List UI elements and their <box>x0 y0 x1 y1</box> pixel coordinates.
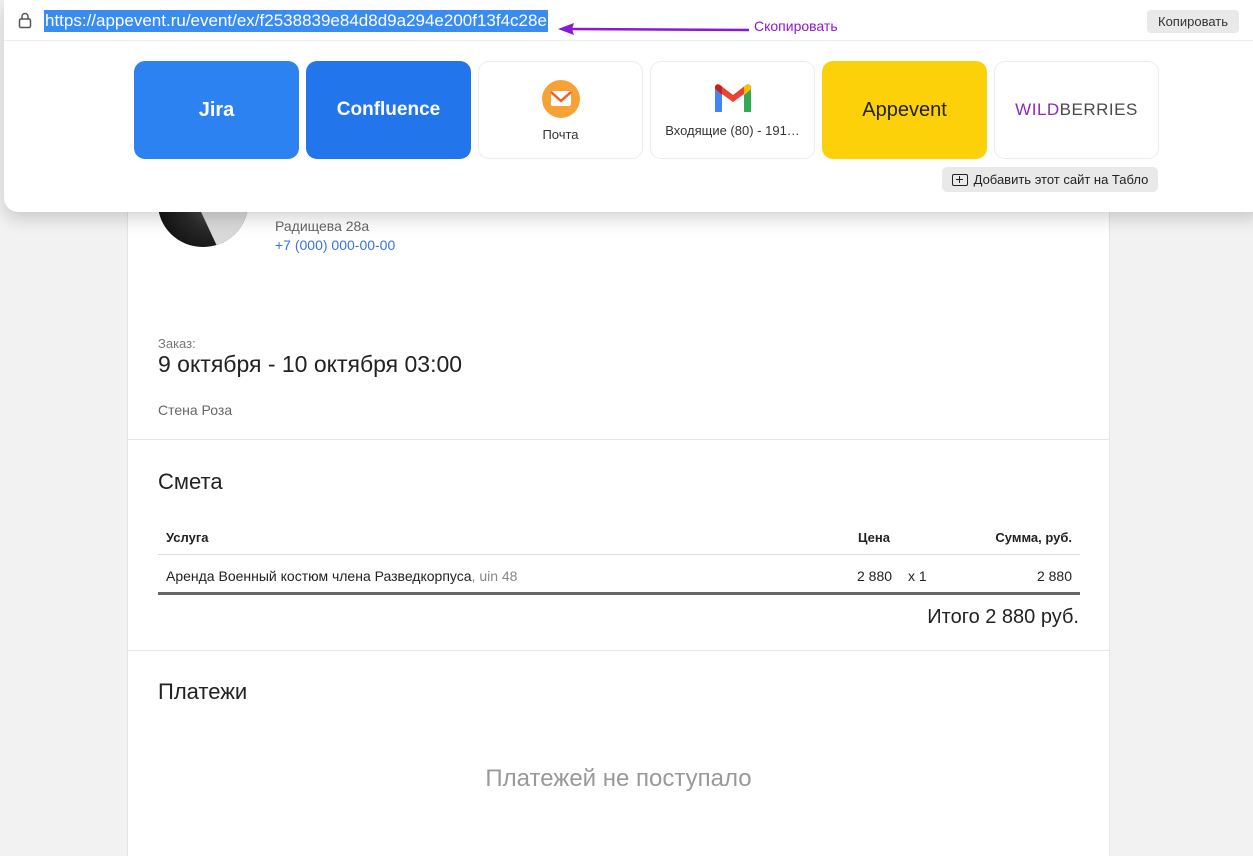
tile-label: Jira <box>198 98 235 121</box>
payments-title: Платежи <box>158 679 248 704</box>
column-sum: Сумма, руб. <box>995 530 1072 545</box>
phone-link[interactable]: +7 (000) 000-00-00 <box>275 237 395 253</box>
column-service: Услуга <box>166 530 209 545</box>
estimate-total: Итого 2 880 руб. <box>927 606 1079 628</box>
row-sum: 2 880 <box>1036 568 1072 584</box>
lock-icon <box>18 12 32 29</box>
wildberries-logo-part2: BERRIES <box>1059 100 1138 119</box>
payments-empty-text: Платежей не поступало <box>485 765 752 792</box>
row-price: 2 880 <box>857 568 893 584</box>
estimate-table-header: Услуга Цена Сумма, руб. <box>158 520 1080 555</box>
address-text: Радищева 28а <box>275 218 370 234</box>
tile-confluence[interactable]: Confluence <box>306 61 471 159</box>
service-uin: , uin 48 <box>471 568 518 584</box>
copy-annotation: Скопировать <box>754 18 838 34</box>
tile-appevent[interactable]: Appevent <box>822 61 987 159</box>
order-label: Заказ: <box>158 336 196 351</box>
mail-icon <box>541 79 580 118</box>
section-divider <box>128 439 1109 440</box>
add-site-button[interactable]: Добавить этот сайт на Табло <box>942 167 1158 192</box>
table-row: Аренда Военный костюм члена Разведкорпус… <box>158 555 1080 595</box>
tile-gmail[interactable]: Входящие (80) - 191… <box>650 61 815 159</box>
url-popup: https://appevent.ru/event/ex/f2538839e84… <box>4 0 1253 212</box>
tile-label: Appevent <box>862 98 947 121</box>
tile-jira[interactable]: Jira <box>134 61 299 159</box>
row-service: Аренда Военный костюм члена Разведкорпус… <box>166 568 517 584</box>
row-qty: x 1 <box>908 568 927 584</box>
order-date: 9 октября - 10 октября 03:00 <box>158 351 463 377</box>
url-text[interactable]: https://appevent.ru/event/ex/f2538839e84… <box>44 10 548 32</box>
section-divider <box>128 650 1109 651</box>
order-place: Стена Роза <box>158 402 233 418</box>
column-price: Цена <box>858 530 890 545</box>
service-name: Аренда Военный костюм члена Разведкорпус… <box>166 568 472 584</box>
url-bar: https://appevent.ru/event/ex/f2538839e84… <box>4 0 1253 41</box>
tile-label: Почта <box>542 126 579 142</box>
tile-label: Входящие (80) - 191… <box>665 122 800 138</box>
tile-wildberries[interactable]: WILD BERRIES <box>994 61 1159 159</box>
add-site-label: Добавить этот сайт на Табло <box>973 172 1149 187</box>
estimate-table: Услуга Цена Сумма, руб. Аренда Военный к… <box>158 520 1080 595</box>
gmail-icon <box>714 83 751 112</box>
copy-button[interactable]: Копировать <box>1147 10 1239 33</box>
add-icon <box>951 173 968 186</box>
wildberries-logo-part1: WILD <box>1015 100 1060 119</box>
estimate-title: Смета <box>158 469 223 494</box>
tile-label: Confluence <box>336 99 441 120</box>
arrow-annotation-icon <box>558 23 750 35</box>
tile-mail[interactable]: Почта <box>478 61 643 159</box>
